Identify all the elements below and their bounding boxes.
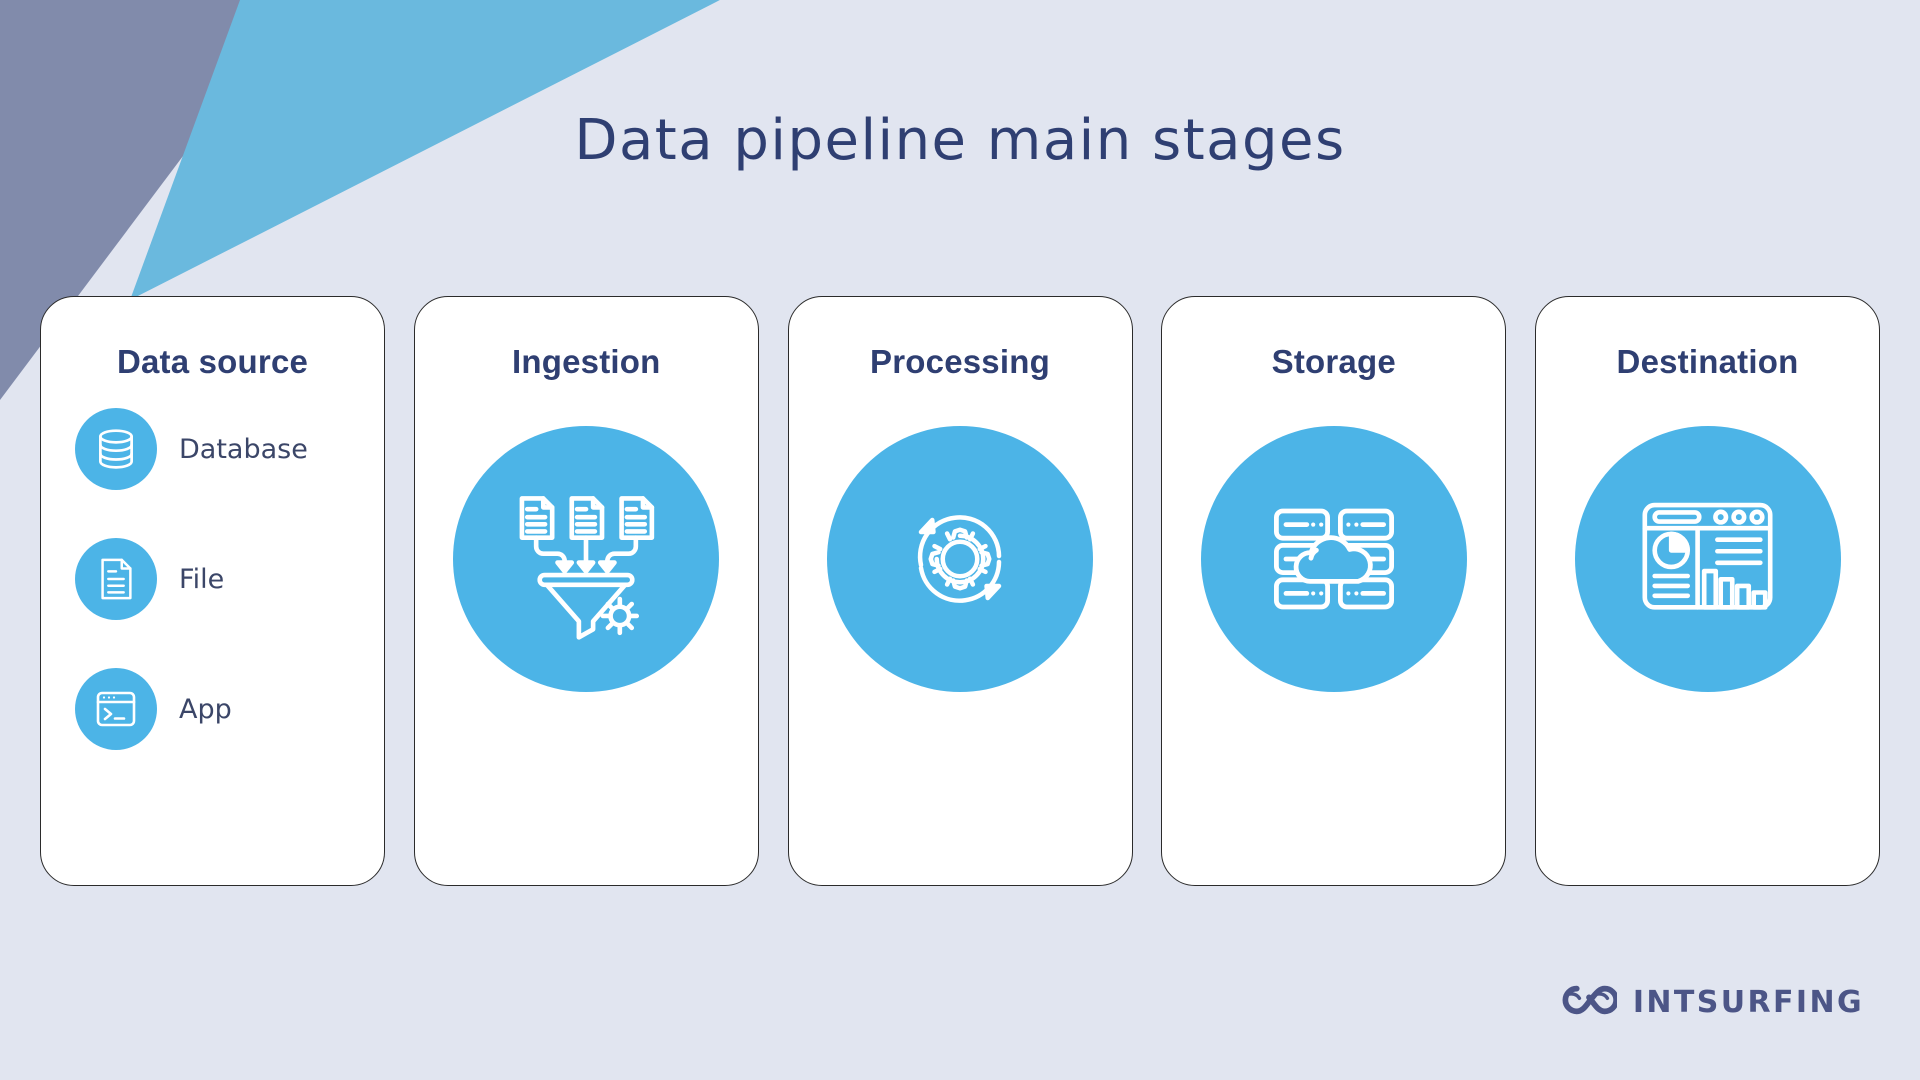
- page-title: Data pipeline main stages: [574, 108, 1346, 173]
- database-icon: [75, 408, 157, 490]
- stage-card-processing[interactable]: Processing: [787, 296, 1133, 886]
- dashboard-analytics-icon: [1574, 426, 1841, 692]
- file-icon: [75, 538, 157, 620]
- stage-title: Destination: [1616, 343, 1799, 380]
- stage-card-data-source[interactable]: Data source Database File App: [40, 296, 385, 886]
- stage-card-destination[interactable]: Destination: [1535, 296, 1880, 886]
- list-item-file[interactable]: File: [75, 538, 384, 620]
- stage-card-ingestion[interactable]: Ingestion: [413, 296, 759, 886]
- list-item-label: File: [179, 563, 225, 595]
- list-item-label: Database: [179, 433, 308, 465]
- gear-refresh-icon: [827, 426, 1093, 692]
- funnel-documents-icon: [453, 426, 720, 692]
- terminal-app-icon: [75, 668, 157, 750]
- stage-card-row: Data source Database File App Ingestion …: [40, 296, 1880, 886]
- stage-title: Ingestion: [512, 343, 661, 380]
- list-item-label: App: [179, 693, 232, 725]
- stage-title: Storage: [1271, 343, 1396, 380]
- infinity-wave-icon: [1561, 983, 1619, 1022]
- server-cloud-icon: [1200, 426, 1467, 692]
- list-item-database[interactable]: Database: [75, 408, 384, 490]
- brand-logo-text: INTSURFING: [1632, 985, 1864, 1020]
- stage-title: Processing: [870, 343, 1050, 380]
- stage-title: Data source: [116, 343, 309, 380]
- stage-card-storage[interactable]: Storage: [1161, 296, 1507, 886]
- list-item-app[interactable]: App: [75, 668, 384, 750]
- brand-logo: INTSURFING: [1561, 983, 1864, 1022]
- data-source-list: Database File App: [41, 408, 384, 750]
